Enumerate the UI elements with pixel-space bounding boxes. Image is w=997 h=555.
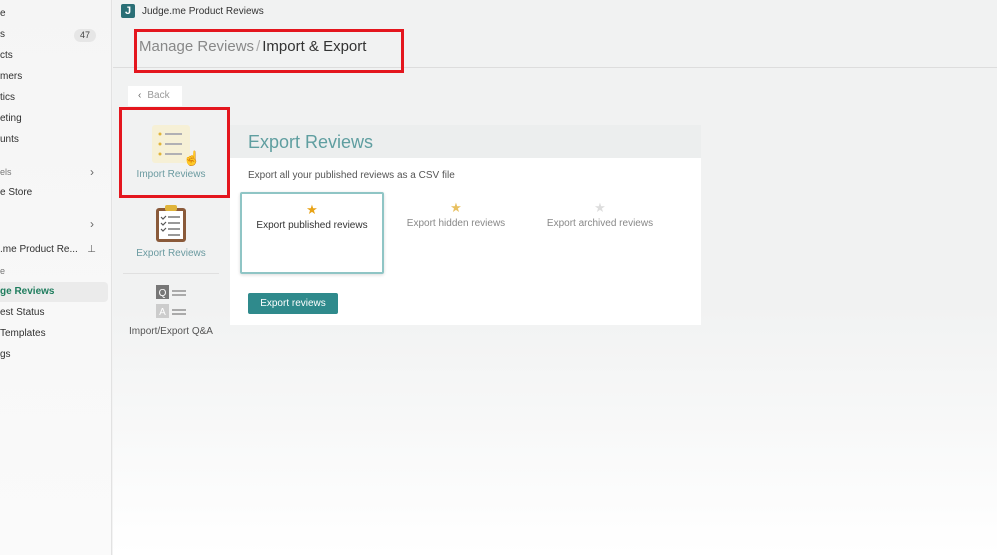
back-button[interactable]: ‹ Back xyxy=(128,86,182,106)
sidebar-item[interactable]: › xyxy=(0,214,108,234)
nav-export-reviews[interactable]: Export Reviews xyxy=(123,204,219,259)
sidebar-item-label: .me Product Re... xyxy=(0,244,78,255)
sidebar-item[interactable]: mers xyxy=(0,67,108,87)
option-export-hidden[interactable]: ★ Export hidden reviews xyxy=(384,192,528,274)
option-label: Export archived reviews xyxy=(546,218,654,229)
option-export-archived[interactable]: ★ Export archived reviews xyxy=(528,192,672,274)
sidebar-item-label: tics xyxy=(0,92,15,103)
option-export-published[interactable]: ★ Export published reviews xyxy=(240,192,384,274)
app-title-bar: J Judge.me Product Reviews xyxy=(113,0,997,22)
export-reviews-button[interactable]: Export reviews xyxy=(248,293,338,314)
qa-icon: Q A xyxy=(156,285,186,318)
archived-star-icon: ★ xyxy=(594,200,606,215)
panel-title: Export Reviews xyxy=(230,125,701,158)
sidebar-item[interactable]: e xyxy=(0,4,108,24)
highlight-box-import xyxy=(119,107,230,198)
sidebar-item-label: s xyxy=(0,29,5,40)
sidebar-item-label: Templates xyxy=(0,328,46,339)
half-star-icon: ★ xyxy=(450,200,462,215)
sidebar-item[interactable]: ge Reviews xyxy=(0,282,108,302)
nav-divider xyxy=(123,273,219,274)
sidebar-item[interactable]: .me Product Re... ⊥ xyxy=(0,240,108,260)
hand-cursor-icon: ☝ xyxy=(183,150,201,166)
pin-icon[interactable]: ⊥ xyxy=(87,240,96,260)
app-title: Judge.me Product Reviews xyxy=(142,5,264,17)
sidebar-item-label: est Status xyxy=(0,307,45,318)
option-label: Export published reviews xyxy=(256,220,368,231)
sidebar-item[interactable]: gs xyxy=(0,345,108,365)
export-reviews-panel: Export Reviews Export all your published… xyxy=(230,125,701,325)
chevron-right-icon[interactable]: › xyxy=(90,214,94,234)
sidebar-item-label: ge Reviews xyxy=(0,286,55,297)
sidebar-item[interactable]: Templates xyxy=(0,324,108,344)
sidebar-item-label: e xyxy=(0,266,6,276)
sidebar-item-label: els xyxy=(0,167,12,177)
svg-text:A: A xyxy=(159,307,166,318)
sidebar-item-label: e xyxy=(0,8,6,19)
sidebar-item[interactable]: cts xyxy=(0,46,108,66)
star-icon: ★ xyxy=(306,202,318,217)
sidebar-item[interactable]: s 47 xyxy=(0,25,108,45)
clipboard-checklist-icon xyxy=(156,205,186,242)
sidebar-item[interactable]: e xyxy=(0,261,108,281)
sidebar-item-label: eting xyxy=(0,113,22,124)
main-area: J Judge.me Product Reviews Manage Review… xyxy=(113,0,997,555)
sidebar-item-label: gs xyxy=(0,349,11,360)
sidebar-item-label: mers xyxy=(0,71,23,82)
sidebar-item[interactable]: els › xyxy=(0,162,108,182)
option-label: Export hidden reviews xyxy=(406,218,506,229)
nav-export-label: Export Reviews xyxy=(136,248,206,259)
sidebar-item[interactable]: unts xyxy=(0,130,108,150)
sidebar-item[interactable]: eting xyxy=(0,109,108,129)
highlight-box-breadcrumb xyxy=(134,29,404,73)
back-label: Back xyxy=(147,90,170,101)
chevron-right-icon[interactable]: › xyxy=(90,162,94,182)
sidebar-item-label: unts xyxy=(0,134,19,145)
panel-description: Export all your published reviews as a C… xyxy=(248,170,455,181)
sidebar-item-label: e Store xyxy=(0,187,33,198)
admin-sidebar: e s 47 cts mers tics eting unts els › e Store › .me … xyxy=(0,0,112,555)
sidebar-item[interactable]: tics xyxy=(0,88,108,108)
judgeme-logo: J xyxy=(121,4,135,18)
sidebar-item-label: cts xyxy=(0,50,13,61)
sidebar-item[interactable]: e Store xyxy=(0,183,108,203)
count-badge: 47 xyxy=(73,29,96,42)
chevron-left-icon: ‹ xyxy=(138,90,142,101)
sidebar-item[interactable]: est Status xyxy=(0,303,108,323)
nav-qa-label: Import/Export Q&A xyxy=(129,326,213,337)
svg-text:Q: Q xyxy=(159,288,167,299)
nav-import-export-qa[interactable]: Q A Import/Export Q&A xyxy=(123,284,219,337)
